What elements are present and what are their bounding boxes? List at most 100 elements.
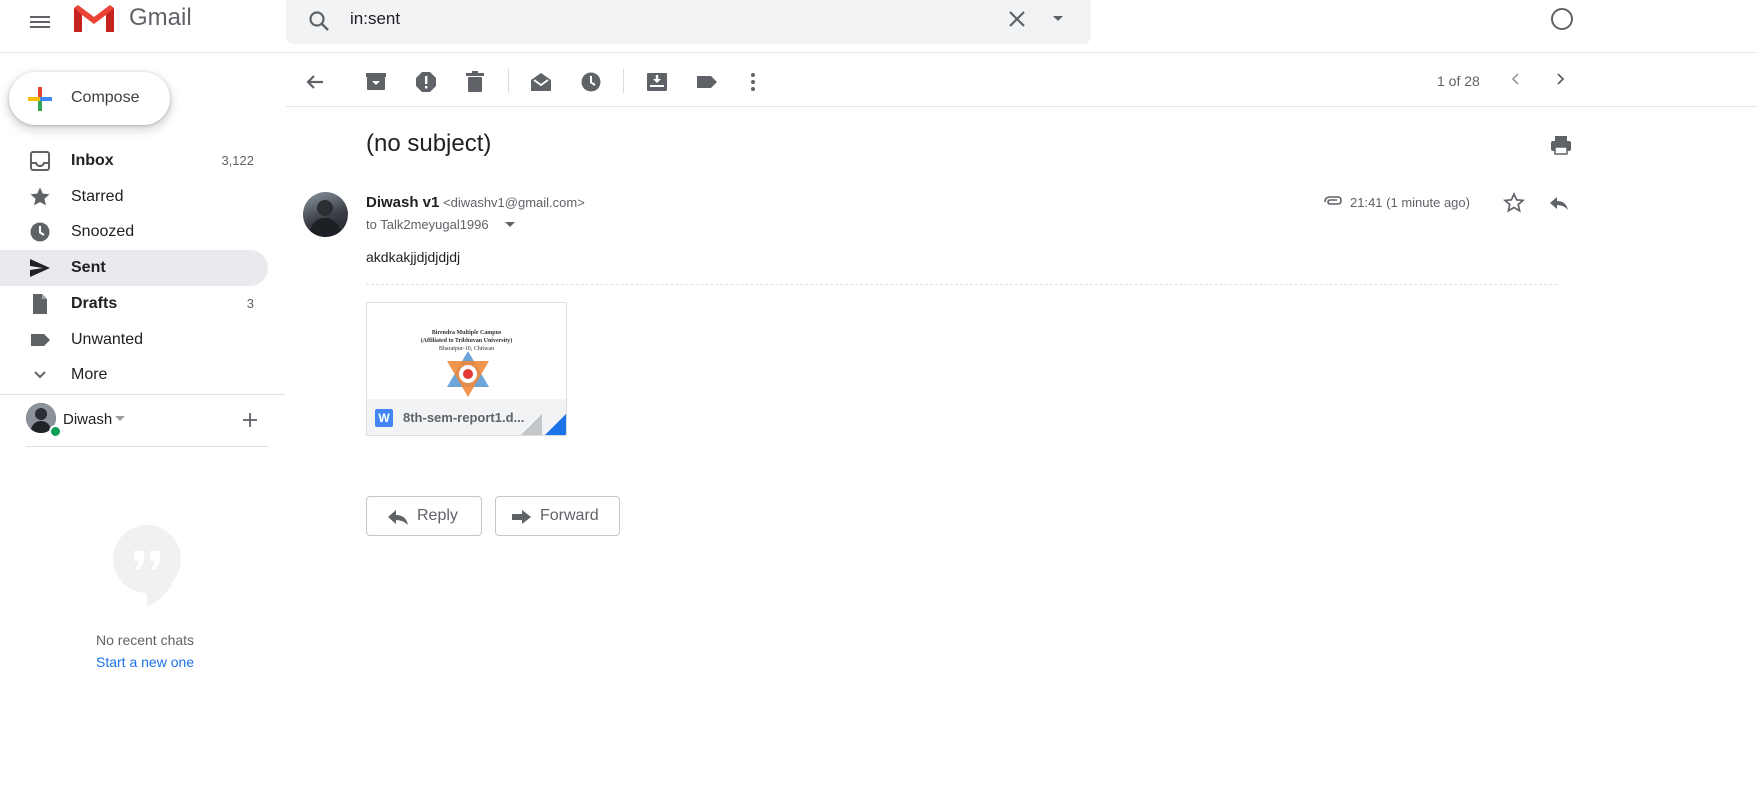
clear-search-icon[interactable] <box>1004 6 1032 34</box>
back-icon <box>306 75 323 89</box>
sidebar-item-starred[interactable]: Starred <box>0 179 268 215</box>
draft-count: 3 <box>246 296 254 311</box>
sidebar-item-label: Drafts <box>71 295 118 312</box>
attachment-thumbnail: Birendra Multiple Campus (Affiliated to … <box>367 303 566 399</box>
sidebar-item-label: Unwanted <box>71 331 144 348</box>
sidebar-item-label: More <box>71 366 108 383</box>
attachment-footer: W 8th-sem-report1.d... <box>367 399 566 436</box>
reply-label: Reply <box>417 507 458 524</box>
toolbar-divider <box>508 69 509 93</box>
thumbnail-text: (Affiliated to Tribhuvan University) <box>420 338 513 344</box>
draft-icon <box>33 294 47 314</box>
university-logo-icon <box>447 351 489 397</box>
newer-button[interactable] <box>1505 68 1527 90</box>
label-icon <box>697 76 717 88</box>
forward-icon <box>512 510 531 524</box>
hamburger-icon <box>30 16 50 28</box>
sidebar-item-snoozed[interactable]: Snoozed <box>0 214 268 250</box>
search-icon[interactable] <box>304 6 334 36</box>
delete-button[interactable] <box>461 68 489 96</box>
forward-button[interactable]: Forward <box>495 496 620 536</box>
delete-icon <box>466 71 484 92</box>
snooze-button[interactable] <box>577 68 605 96</box>
star-outline-icon <box>1502 191 1526 213</box>
toolbar-divider <box>623 69 624 93</box>
search-options-icon[interactable] <box>1046 6 1070 30</box>
chevron-left-icon <box>1511 73 1519 85</box>
sidebar-item-sent[interactable]: Sent <box>0 250 268 286</box>
sidebar-item-label: Inbox <box>71 152 114 169</box>
app-name: Gmail <box>129 4 192 31</box>
send-icon <box>30 259 50 277</box>
reply-icon[interactable] <box>1546 191 1570 215</box>
hangouts-user-name[interactable]: Diwash <box>63 411 112 428</box>
compose-label: Compose <box>71 89 140 106</box>
inbox-icon <box>30 151 50 171</box>
top-header: Gmail in:sent <box>0 0 1757 53</box>
sidebar-item-label: Sent <box>71 259 106 276</box>
compose-button[interactable]: Compose <box>9 72 170 125</box>
recipient-line: to Talk2meyugal1996 <box>366 217 489 232</box>
star-icon <box>30 187 50 206</box>
download-corner-icon[interactable] <box>520 410 566 436</box>
mark-unread-icon <box>531 73 551 91</box>
unread-count: 3,122 <box>221 153 254 168</box>
attachment-card[interactable]: Birendra Multiple Campus (Affiliated to … <box>366 302 567 436</box>
show-details-icon[interactable] <box>503 220 517 230</box>
search-bar[interactable]: in:sent <box>286 0 1091 44</box>
main-menu-button[interactable] <box>24 6 56 38</box>
label-icon <box>31 334 50 346</box>
add-icon[interactable] <box>240 410 260 430</box>
caret-down-icon[interactable] <box>115 415 125 423</box>
snooze-icon <box>581 72 601 92</box>
sender-name[interactable]: Diwash v1 <box>366 194 439 211</box>
search-input[interactable]: in:sent <box>350 9 400 29</box>
attachment-filename[interactable]: 8th-sem-report1.d... <box>403 410 524 425</box>
more-vert-icon <box>751 73 755 91</box>
sidebar-item-more[interactable]: More <box>0 357 268 393</box>
sender-avatar[interactable] <box>303 192 348 237</box>
divider <box>26 446 268 447</box>
sidebar-item-label: Snoozed <box>71 223 135 240</box>
mark-unread-button[interactable] <box>527 68 555 96</box>
message-timestamp: 21:41 (1 minute ago) <box>1350 195 1470 210</box>
report-spam-icon <box>416 72 436 92</box>
sidebar-item-label: Starred <box>71 188 124 205</box>
sidebar-item-inbox[interactable]: Inbox 3,122 <box>0 143 268 179</box>
chevron-right-icon <box>1557 73 1565 85</box>
back-button[interactable] <box>301 68 329 96</box>
attachment-icon <box>1321 194 1343 210</box>
reply-icon <box>388 510 408 525</box>
support-icon[interactable] <box>1551 8 1573 30</box>
reply-button[interactable]: Reply <box>366 496 482 536</box>
quote-bubble-icon <box>113 525 181 609</box>
labels-button[interactable] <box>693 68 721 96</box>
start-new-chat-link[interactable]: Start a new one <box>96 654 194 670</box>
pagination-text: 1 of 28 <box>1437 73 1480 89</box>
no-chats-text: No recent chats <box>96 632 195 648</box>
thumbnail-text: Birendra Multiple Campus <box>431 330 502 336</box>
more-options-button[interactable] <box>739 68 767 96</box>
online-status-dot <box>49 425 62 438</box>
sidebar-item-drafts[interactable]: Drafts 3 <box>0 286 268 322</box>
print-icon[interactable] <box>1549 134 1573 156</box>
move-to-button[interactable] <box>643 68 671 96</box>
email-body: akdkakjjdjdjdjdj <box>366 249 461 265</box>
star-message-button[interactable] <box>1502 191 1526 215</box>
report-spam-button[interactable] <box>412 68 440 96</box>
divider <box>0 394 285 395</box>
forward-label: Forward <box>540 507 599 524</box>
archive-icon <box>366 73 386 90</box>
move-to-icon <box>647 73 667 91</box>
sidebar-item-unwanted[interactable]: Unwanted <box>0 322 268 358</box>
divider <box>366 284 1557 285</box>
clock-icon <box>30 222 50 242</box>
compose-plus-icon <box>25 84 55 114</box>
message-toolbar: 1 of 28 <box>286 53 1757 107</box>
chevron-down-icon <box>34 371 46 379</box>
gmail-logo-icon[interactable] <box>72 2 116 34</box>
word-document-icon: W <box>375 409 393 427</box>
older-button[interactable] <box>1549 68 1571 90</box>
archive-button[interactable] <box>362 68 390 96</box>
email-subject: (no subject) <box>366 130 492 157</box>
